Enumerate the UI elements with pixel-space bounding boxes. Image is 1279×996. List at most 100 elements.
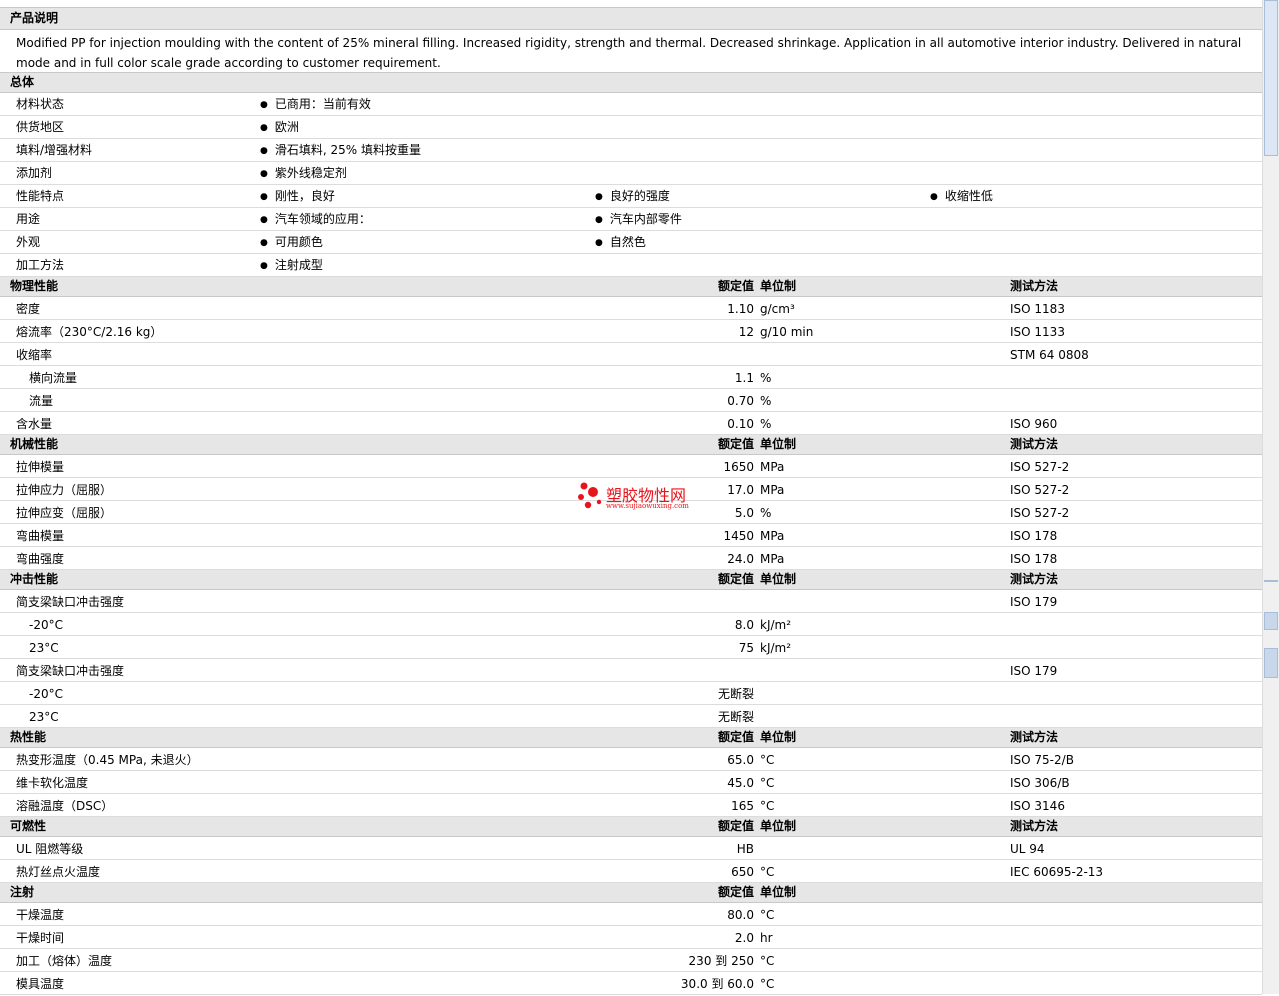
property-label: 23°C <box>29 641 59 655</box>
property-label: 拉伸应变（屈服） <box>16 506 113 520</box>
property-value: 165 <box>731 799 754 813</box>
property-label: 模具温度 <box>16 977 65 991</box>
row-label: 供货地区 <box>16 120 65 134</box>
test-method: ISO 75-2/B <box>1010 753 1074 767</box>
property-row: 密度 1.10 g/cm³ ISO 1183 <box>0 297 1262 320</box>
col-header-value: 额定值 <box>717 819 754 833</box>
property-unit: MPa <box>760 552 785 566</box>
test-method: ISO 527-2 <box>1010 460 1070 474</box>
col-header-method: 测试方法 <box>1010 279 1059 293</box>
row-label: 外观 <box>16 235 41 249</box>
property-row: 干燥温度 80.0 °C <box>0 903 1262 926</box>
property-unit: °C <box>760 977 775 991</box>
col-header-unit: 单位制 <box>760 885 797 899</box>
col-header-method: 测试方法 <box>1010 437 1059 451</box>
property-value: 0.10 <box>727 417 754 431</box>
property-label: 熔流率（230°C/2.16 kg） <box>16 325 163 339</box>
col-header-value: 额定值 <box>717 572 754 586</box>
property-unit: % <box>760 417 772 431</box>
property-row: 流量 0.70% <box>0 389 1262 412</box>
top-strip <box>0 0 1262 8</box>
property-label: 23°C <box>29 710 59 724</box>
col-header-unit: 单位制 <box>760 730 797 744</box>
row-label: 性能特点 <box>16 189 65 203</box>
section-header-thermal: 热性能 额定值 单位制 测试方法 <box>0 728 1262 748</box>
property-value: 24.0 <box>727 552 754 566</box>
property-value: 12 <box>738 325 754 339</box>
property-row: 横向流量 1.1% <box>0 366 1262 389</box>
property-value: 75 <box>738 641 754 655</box>
general-row: 加工方法 注射成型 <box>0 254 1262 277</box>
property-value: HB <box>736 842 754 856</box>
property-unit: °C <box>760 753 775 767</box>
bullet-item: 滑石填料, 25% 填料按重量 <box>260 139 421 163</box>
col-header-value: 额定值 <box>717 437 754 451</box>
section-header-mechanical: 机械性能 额定值 单位制 测试方法 <box>0 435 1262 455</box>
col-header-method: 测试方法 <box>1010 819 1059 833</box>
scrollbar-thumb[interactable] <box>1264 0 1278 156</box>
property-label: 干燥温度 <box>16 908 65 922</box>
property-unit: °C <box>760 865 775 879</box>
test-method: ISO 527-2 <box>1010 506 1070 520</box>
col-header-value: 额定值 <box>717 279 754 293</box>
test-method: ISO 306/B <box>1010 776 1070 790</box>
section-header-physical: 物理性能 额定值 单位制 测试方法 <box>0 277 1262 297</box>
col-header-unit: 单位制 <box>760 572 797 586</box>
property-unit: MPa <box>760 460 785 474</box>
property-row: 溶融温度（DSC） 165 °C ISO 3146 <box>0 794 1262 817</box>
property-row: 收缩率 STM 64 0808 <box>0 343 1262 366</box>
test-method: ISO 960 <box>1010 417 1058 431</box>
row-label: 添加剂 <box>16 166 53 180</box>
bullet-item: 欧洲 <box>260 116 299 140</box>
property-label: 弯曲强度 <box>16 552 65 566</box>
property-value: 无断裂 <box>717 710 754 724</box>
bullet-item: 汽车领域的应用： <box>260 208 371 232</box>
general-rows: 材料状态 已商用：当前有效供货地区 欧洲填料/增强材料 滑石填料, 25% 填料按重量… <box>0 93 1262 277</box>
property-row: 加工（熔体）温度 230 到 250 °C <box>0 949 1262 972</box>
section-title: 可燃性 <box>10 819 47 833</box>
section-title: 物理性能 <box>10 279 59 293</box>
property-row: 热灯丝点火温度 650 °C IEC 60695-2-13 <box>0 860 1262 883</box>
vertical-scrollbar[interactable] <box>1262 0 1279 994</box>
section-title: 冲击性能 <box>10 572 59 586</box>
test-method: ISO 178 <box>1010 529 1058 543</box>
property-label: 干燥时间 <box>16 931 65 945</box>
property-unit: °C <box>760 776 775 790</box>
bullet-item: 自然色 <box>595 231 646 255</box>
general-row: 外观 可用颜色 自然色 <box>0 231 1262 254</box>
property-row: UL 阻燃等级 HB UL 94 <box>0 837 1262 860</box>
section-header-description: 产品说明 <box>0 8 1262 30</box>
property-label: 热灯丝点火温度 <box>16 865 101 879</box>
property-label: 简支梁缺口冲击强度 <box>16 595 125 609</box>
general-row: 供货地区 欧洲 <box>0 116 1262 139</box>
property-row: 维卡软化温度 45.0 °C ISO 306/B <box>0 771 1262 794</box>
property-unit: kJ/m² <box>760 618 792 632</box>
property-row: 含水量 0.10% ISO 960 <box>0 412 1262 435</box>
scrollbar-marker <box>1264 580 1278 582</box>
test-method: IEC 60695-2-13 <box>1010 865 1104 879</box>
property-value: 5.0 <box>734 506 754 520</box>
test-method: ISO 1133 <box>1010 325 1065 339</box>
section-title: 总体 <box>10 75 35 89</box>
row-label: 用途 <box>16 212 41 226</box>
property-label: 流量 <box>29 394 54 408</box>
property-label: 热变形温度（0.45 MPa, 未退火） <box>16 753 199 767</box>
property-unit: MPa <box>760 529 785 543</box>
property-unit: °C <box>760 908 775 922</box>
bullet-item: 汽车内部零件 <box>595 208 682 232</box>
bullet-item: 注射成型 <box>260 254 323 278</box>
col-header-unit: 单位制 <box>760 819 797 833</box>
property-label: 拉伸应力（屈服） <box>16 483 113 497</box>
col-header-value: 额定值 <box>717 730 754 744</box>
property-unit: °C <box>760 799 775 813</box>
property-row: 热变形温度（0.45 MPa, 未退火） 65.0 °C ISO 75-2/B <box>0 748 1262 771</box>
property-label: 简支梁缺口冲击强度 <box>16 664 125 678</box>
property-row: 干燥时间 2.0 hr <box>0 926 1262 949</box>
logo-dots-icon <box>578 482 602 509</box>
col-header-unit: 单位制 <box>760 437 797 451</box>
property-row: 23°C 75 kJ/m² <box>0 636 1262 659</box>
property-value: 2.0 <box>734 931 754 945</box>
col-header-method: 测试方法 <box>1010 572 1059 586</box>
general-row: 材料状态 已商用：当前有效 <box>0 93 1262 116</box>
test-method: ISO 1183 <box>1010 302 1065 316</box>
